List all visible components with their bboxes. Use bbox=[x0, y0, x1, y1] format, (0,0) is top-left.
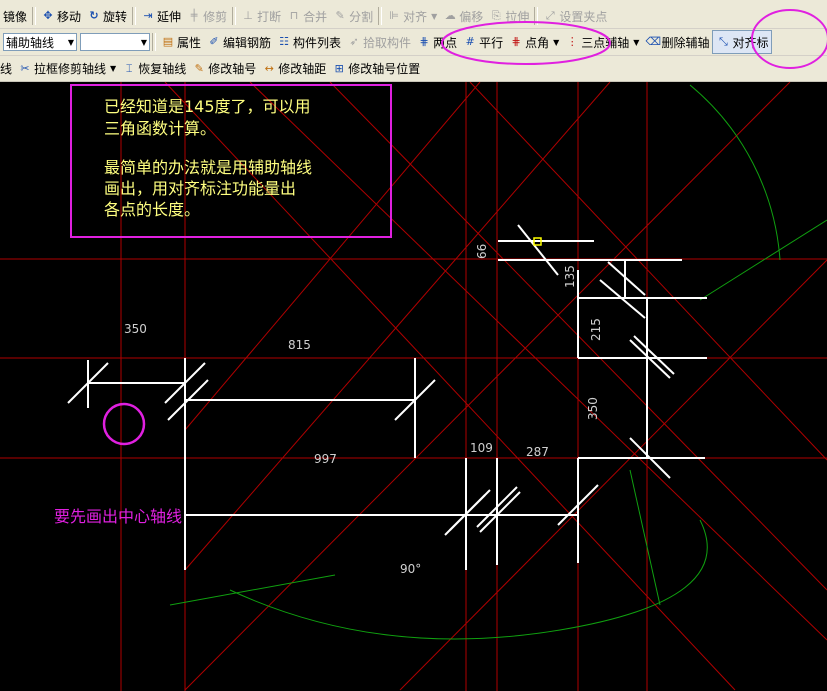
dim-997: 997 bbox=[314, 452, 337, 466]
dim-350-top: 350 bbox=[124, 322, 147, 336]
toolbar-highlight-layer bbox=[441, 9, 827, 69]
note-line: 已经知道是145度了，可以用 bbox=[104, 97, 311, 116]
center-axis-note: 要先画出中心轴线 bbox=[54, 507, 182, 526]
dim-109: 109 bbox=[470, 441, 493, 455]
dim-287: 287 bbox=[526, 445, 549, 459]
note-line: 最简单的办法就是用辅助轴线 bbox=[104, 158, 312, 177]
dim-66: 66 bbox=[475, 244, 489, 259]
note-line: 各点的长度。 bbox=[104, 200, 200, 219]
highlight-ellipse-axis-tools bbox=[441, 21, 611, 65]
dim-215: 215 bbox=[589, 318, 603, 341]
dim-90-degree: 90° bbox=[400, 562, 421, 576]
highlight-ellipse-align-dim bbox=[751, 9, 827, 69]
note-line: 画出，用对齐标注功能量出 bbox=[104, 179, 296, 198]
dim-815: 815 bbox=[288, 338, 311, 352]
drawing-canvas[interactable]: 350 815 997 109 287 66 135 215 350 90° 已… bbox=[0, 82, 827, 691]
dim-135: 135 bbox=[563, 265, 577, 288]
dim-350-right: 350 bbox=[586, 397, 600, 420]
note-line: 三角函数计算。 bbox=[104, 119, 216, 138]
